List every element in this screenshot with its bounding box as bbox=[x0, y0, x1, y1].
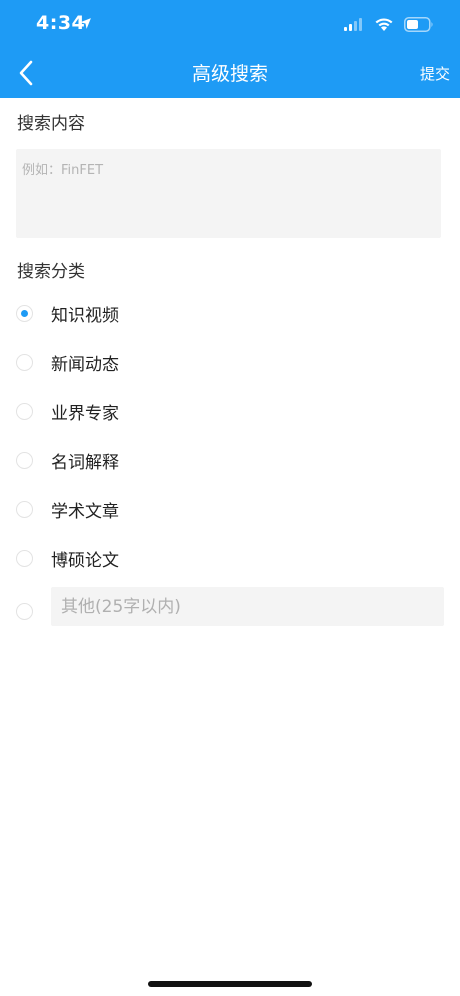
page-title: 高级搜索 bbox=[191, 63, 268, 85]
category-option[interactable]: 博硕论文 bbox=[16, 541, 436, 575]
radio-button[interactable] bbox=[16, 402, 33, 420]
location-arrow-icon bbox=[80, 18, 91, 29]
app-header: 4:34 高级搜索 提交 bbox=[0, 0, 460, 98]
status-icons bbox=[344, 14, 434, 34]
cellular-signal-icon bbox=[344, 18, 362, 31]
category-option[interactable]: 新闻动态 bbox=[16, 345, 436, 379]
radio-button[interactable] bbox=[16, 451, 33, 469]
other-category-input[interactable] bbox=[51, 587, 444, 626]
category-option[interactable]: 名词解释 bbox=[16, 443, 436, 477]
category-option[interactable]: 业界专家 bbox=[16, 394, 436, 428]
category-option-label: 新闻动态 bbox=[51, 354, 119, 375]
radio-button[interactable] bbox=[16, 353, 33, 371]
search-content-input[interactable] bbox=[16, 149, 441, 238]
category-option[interactable]: 学术文章 bbox=[16, 492, 436, 526]
home-indicator bbox=[148, 981, 312, 987]
category-option-label: 学术文章 bbox=[51, 501, 119, 522]
battery-icon bbox=[404, 16, 433, 32]
radio-button[interactable] bbox=[16, 304, 33, 322]
category-option-label: 业界专家 bbox=[51, 403, 119, 424]
radio-button[interactable] bbox=[16, 500, 33, 518]
submit-button[interactable]: 提交 bbox=[420, 62, 450, 86]
wifi-icon bbox=[375, 17, 393, 31]
other-radio-button[interactable] bbox=[16, 603, 33, 620]
category-option-label: 博硕论文 bbox=[51, 550, 119, 571]
status-time: 4:34 bbox=[36, 12, 86, 34]
search-category-label: 搜索分类 bbox=[17, 262, 85, 282]
search-content-label: 搜索内容 bbox=[17, 114, 85, 134]
radio-button[interactable] bbox=[16, 549, 33, 567]
category-option-label: 知识视频 bbox=[51, 305, 119, 326]
category-option[interactable]: 知识视频 bbox=[16, 296, 436, 330]
category-option-label: 名词解释 bbox=[51, 452, 119, 473]
